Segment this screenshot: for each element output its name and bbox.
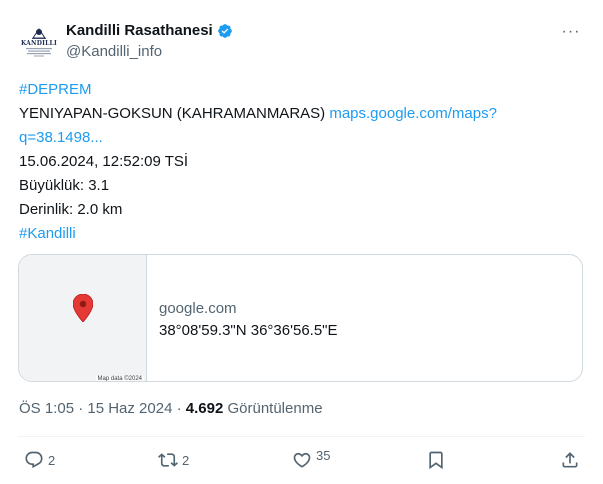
author-name-row: Kandilli Rasathanesi	[66, 22, 233, 39]
more-icon: ···	[561, 23, 581, 40]
share-icon	[562, 452, 578, 468]
tweet: KANDILLI Kandilli Rasathanesi @Kandilli_…	[0, 0, 603, 484]
location-line: YENIYAPAN-GOKSUN (KAHRAMANMARAS) maps.go…	[19, 102, 579, 126]
reply-button[interactable]: 2	[24, 449, 55, 471]
views-label: Görüntülenme	[223, 400, 323, 417]
map-thumbnail[interactable]: Map data ©2024	[19, 255, 147, 382]
retweet-icon	[158, 453, 178, 467]
reply-count: 2	[48, 452, 56, 468]
card-title: 38°08'59.3"N 36°36'56.5"E	[159, 322, 338, 339]
tweet-timestamp[interactable]: ÖS 1:05 · 15 Haz 2024 ·	[19, 400, 186, 417]
divider	[18, 436, 585, 437]
depth-text: Derinlik: 2.0 km	[19, 201, 123, 218]
card-domain: google.com	[159, 300, 237, 317]
like-button[interactable]: 35	[292, 449, 330, 471]
avatar-logo-text: KANDILLI	[21, 40, 57, 47]
avatar[interactable]: KANDILLI	[17, 20, 61, 64]
datetime-text: 15.06.2024, 12:52:09 TSİ	[19, 153, 189, 170]
more-options-button[interactable]: ···	[561, 22, 581, 42]
hashtag-kandilli[interactable]: #Kandilli	[19, 222, 579, 246]
tweet-meta: ÖS 1:05 · 15 Haz 2024 · 4.692 Görüntülen…	[19, 400, 323, 417]
views-count: 4.692	[185, 400, 224, 417]
share-button[interactable]	[560, 449, 580, 471]
kandilli-logo-icon	[32, 28, 46, 39]
link-card[interactable]: Map data ©2024 google.com 38°08'59.3"N 3…	[18, 254, 583, 382]
map-attribution: Map data ©2024	[95, 376, 144, 382]
magnitude-text: Büyüklük: 3.1	[19, 177, 110, 194]
author-handle[interactable]: @Kandilli_info	[66, 43, 162, 60]
bookmark-button[interactable]	[426, 449, 446, 471]
map-pin-icon	[73, 294, 93, 322]
hashtag-deprem[interactable]: #DEPREM	[19, 78, 579, 102]
heart-icon	[293, 452, 311, 468]
verified-badge-icon	[217, 23, 232, 38]
maps-link-part1[interactable]: maps.google.com/maps?	[329, 105, 497, 122]
logo-subtext-icon	[26, 48, 52, 57]
retweet-count: 2	[182, 452, 190, 468]
maps-link-part2[interactable]: q=38.1498...	[19, 126, 579, 150]
card-text: google.com 38°08'59.3"N 36°36'56.5"E	[147, 255, 338, 381]
like-count: 35	[316, 448, 331, 463]
reply-icon	[25, 451, 43, 469]
bookmark-icon	[429, 451, 443, 470]
tweet-text: #DEPREM YENIYAPAN-GOKSUN (KAHRAMANMARAS)…	[19, 78, 579, 246]
location-text: YENIYAPAN-GOKSUN (KAHRAMANMARAS)	[19, 105, 326, 122]
display-name[interactable]: Kandilli Rasathanesi	[66, 22, 213, 39]
retweet-button[interactable]: 2	[158, 449, 189, 471]
